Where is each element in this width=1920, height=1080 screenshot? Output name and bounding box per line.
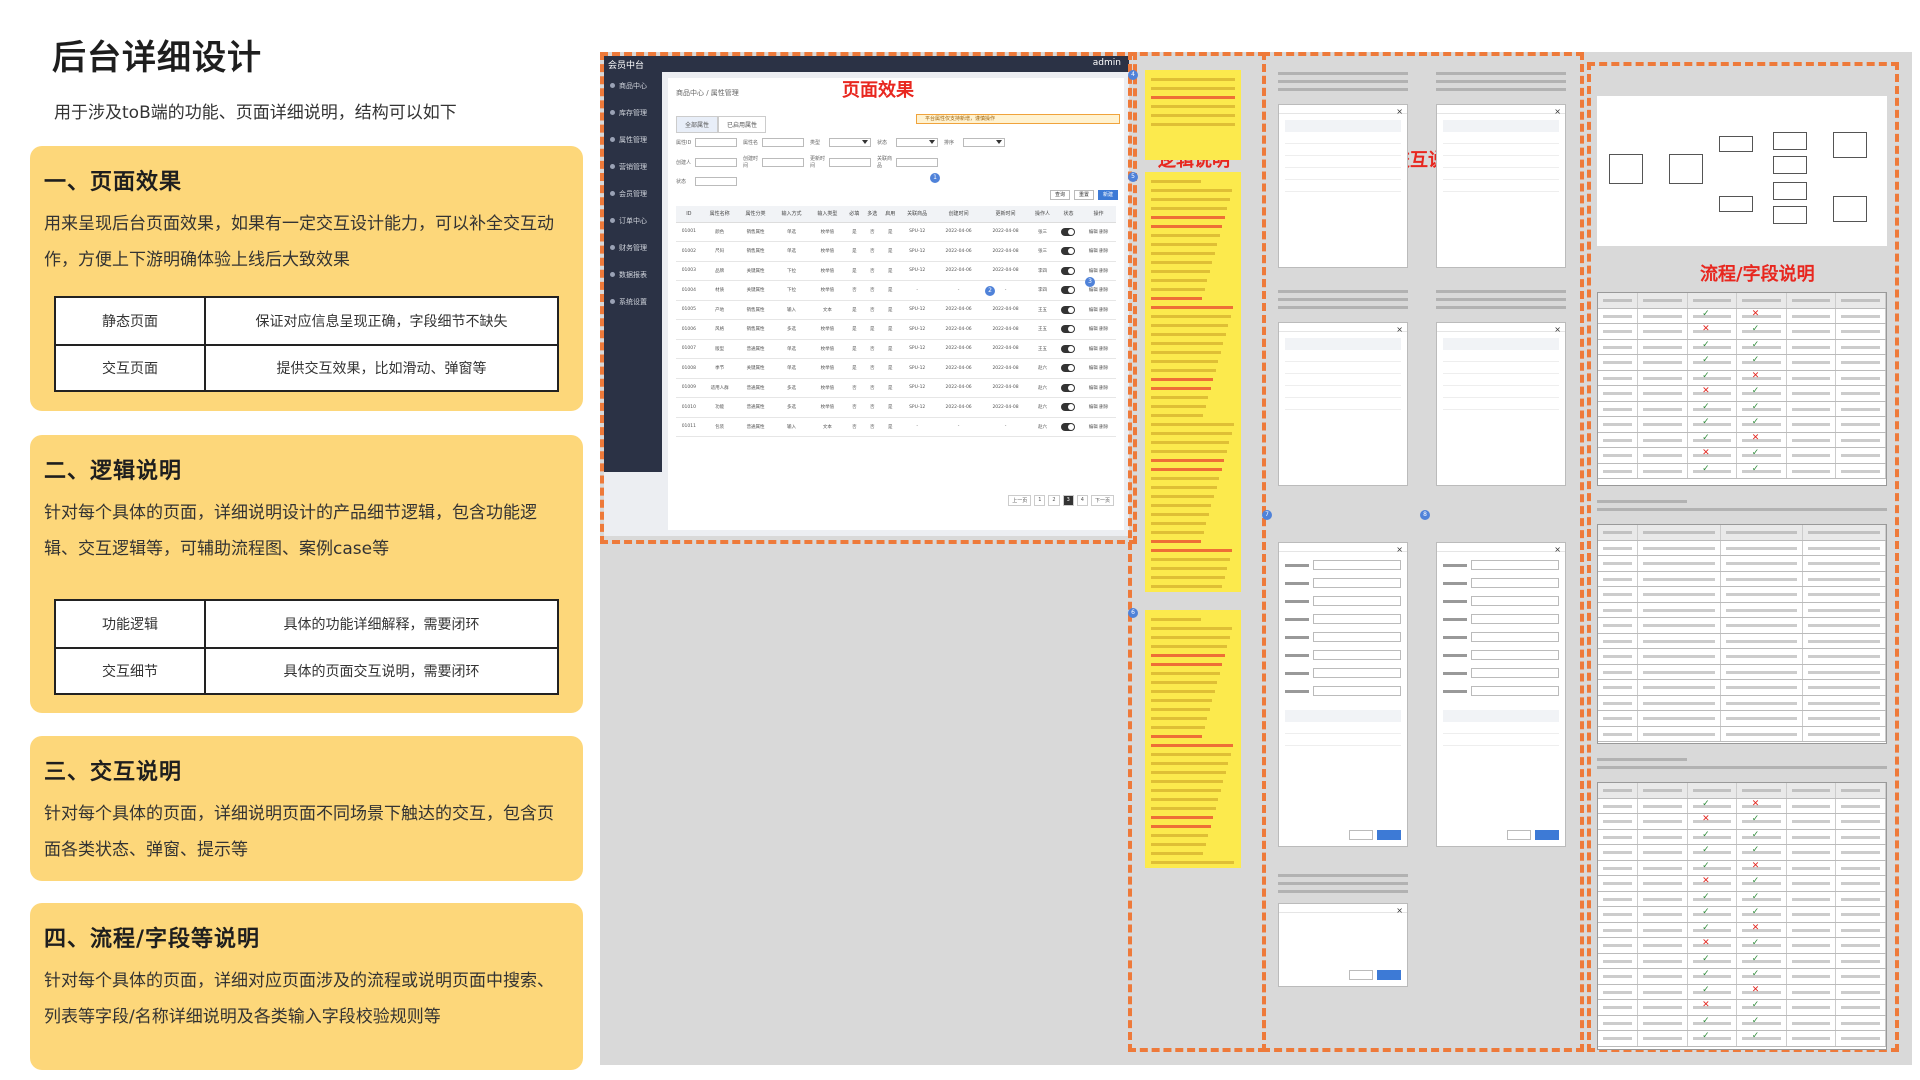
- annotation-badge: 8: [1420, 510, 1430, 520]
- table-value: 提供交互效果，比如滑动、弹窗等: [276, 361, 487, 377]
- section-card-interaction: 三、交互说明 针对每个具体的页面，详细说明页面不同场景下触达的交互，包含页面各类…: [30, 736, 583, 881]
- close-icon[interactable]: ×: [1396, 325, 1403, 334]
- table-row: 功能逻辑 具体的功能详细解释，需要闭环: [56, 601, 557, 647]
- annotation-badge: 5: [1128, 172, 1138, 182]
- section-title: 四、流程/字段等说明: [44, 927, 261, 952]
- table-key: 静态页面: [56, 298, 206, 344]
- logic-note: [1145, 70, 1241, 160]
- field-table: [1597, 782, 1887, 1050]
- cancel-button[interactable]: [1349, 970, 1373, 980]
- annotation-badge: 7: [1262, 510, 1272, 520]
- section-desc: 用来呈现后台页面效果，如果有一定交互设计能力，可以补全交互动作，方便上下游明确体…: [44, 214, 554, 270]
- table-value: 具体的页面交互说明，需要闭环: [283, 664, 480, 680]
- close-icon[interactable]: ×: [1396, 545, 1403, 554]
- confirm-dialog-mock: ×: [1278, 903, 1408, 987]
- table-row: 交互页面 提供交互效果，比如滑动、弹窗等: [56, 344, 557, 390]
- table-row: 交互细节 具体的页面交互说明，需要闭环: [56, 647, 557, 693]
- section-title: 二、逻辑说明: [44, 459, 183, 484]
- field-table: [1597, 292, 1887, 486]
- cancel-button[interactable]: [1507, 830, 1531, 840]
- confirm-button[interactable]: [1535, 830, 1559, 840]
- annotation-badge: 3: [1085, 277, 1095, 287]
- confirm-button[interactable]: [1377, 970, 1401, 980]
- section-table: 功能逻辑 具体的功能详细解释，需要闭环 交互细节 具体的页面交互说明，需要闭环: [54, 599, 559, 695]
- section-card-flow: 四、流程/字段等说明 针对每个具体的页面，详细对应页面涉及的流程或说明页面中搜索…: [30, 903, 583, 1070]
- edit-dialog-mock: ×: [1436, 542, 1566, 847]
- logic-note: [1145, 172, 1241, 592]
- section-desc: 针对每个具体的页面，详细说明设计的产品细节逻辑，包含功能逻辑、交互逻辑等，可辅助…: [44, 503, 537, 559]
- table-key: 功能逻辑: [56, 601, 206, 647]
- confirm-button[interactable]: [1377, 830, 1401, 840]
- cancel-button[interactable]: [1349, 830, 1373, 840]
- page-effect-frame: [600, 52, 1137, 544]
- section-card-logic: 二、逻辑说明 针对每个具体的页面，详细说明设计的产品细节逻辑，包含功能逻辑、交互…: [30, 435, 583, 713]
- logic-note: [1145, 610, 1241, 868]
- close-icon[interactable]: ×: [1554, 545, 1561, 554]
- table-key: 交互页面: [56, 346, 206, 390]
- annotation-badge: 4: [1128, 70, 1138, 80]
- field-table: [1597, 524, 1887, 744]
- section-table: 静态页面 保证对应信息呈现正确，字段细节不缺失 交互页面 提供交互效果，比如滑动…: [54, 296, 559, 392]
- section-desc: 针对每个具体的页面，详细说明页面不同场景下触达的交互，包含页面各类状态、弹窗、提…: [44, 804, 554, 860]
- page-title: 后台详细设计: [52, 38, 262, 78]
- section-title: 一、页面效果: [44, 170, 183, 195]
- table-row: 静态页面 保证对应信息呈现正确，字段细节不缺失: [56, 298, 557, 344]
- close-icon[interactable]: ×: [1396, 906, 1403, 915]
- flow-fields-label: 流程/字段说明: [1700, 264, 1815, 285]
- close-icon[interactable]: ×: [1554, 107, 1561, 116]
- page-effect-label: 页面效果: [842, 80, 914, 101]
- page-subtitle: 用于涉及toB端的功能、页面详细说明，结构可以如下: [54, 103, 457, 123]
- annotation-badge: 6: [1128, 608, 1138, 618]
- table-value: 具体的功能详细解释，需要闭环: [283, 617, 480, 633]
- section-card-page-effect: 一、页面效果 用来呈现后台页面效果，如果有一定交互设计能力，可以补全交互动作，方…: [30, 146, 583, 411]
- dialog-mock: ×: [1436, 104, 1566, 268]
- flow-diagram: [1597, 96, 1887, 246]
- close-icon[interactable]: ×: [1396, 107, 1403, 116]
- section-desc: 针对每个具体的页面，详细对应页面涉及的流程或说明页面中搜索、列表等字段/名称详细…: [44, 971, 554, 1027]
- dialog-mock: ×: [1278, 322, 1408, 486]
- section-title: 三、交互说明: [44, 760, 183, 785]
- dialog-mock: ×: [1436, 322, 1566, 486]
- edit-dialog-mock: ×: [1278, 542, 1408, 847]
- close-icon[interactable]: ×: [1554, 325, 1561, 334]
- table-key: 交互细节: [56, 649, 206, 693]
- dialog-mock: ×: [1278, 104, 1408, 268]
- annotation-badge: 1: [930, 173, 940, 183]
- table-value: 保证对应信息呈现正确，字段细节不缺失: [255, 314, 508, 330]
- annotation-badge: 2: [985, 286, 995, 296]
